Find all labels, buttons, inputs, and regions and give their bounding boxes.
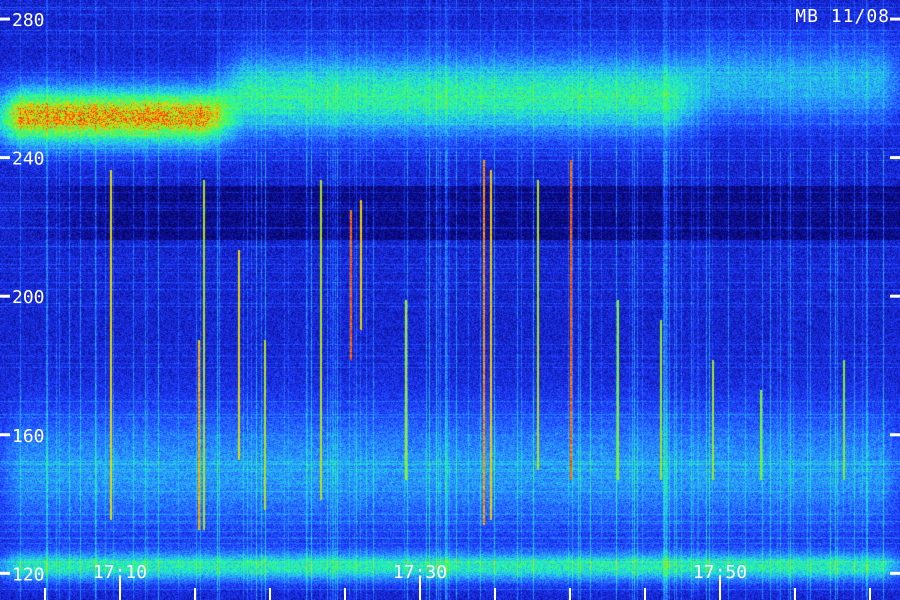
x-tick-label-30: 17:30: [393, 562, 447, 583]
corner-label: MB 11/08: [795, 6, 890, 27]
y-tick-label-240: 240: [12, 149, 45, 170]
y-tick-label-160: 160: [12, 426, 45, 447]
y-tick-label-280: 280: [12, 10, 45, 31]
y-tick-label-200: 200: [12, 287, 45, 308]
y-tick-label-120: 120: [12, 564, 45, 585]
axes-overlay: 120 160 200 240 280 17:10 17:30 17:50: [0, 10, 900, 600]
x-tick-label-10: 17:10: [93, 562, 147, 583]
spectrogram-chart: 120 160 200 240 280 17:10 17:30 17:50 MB 11/08: [0, 0, 900, 600]
x-tick-label-50: 17:50: [693, 562, 747, 583]
